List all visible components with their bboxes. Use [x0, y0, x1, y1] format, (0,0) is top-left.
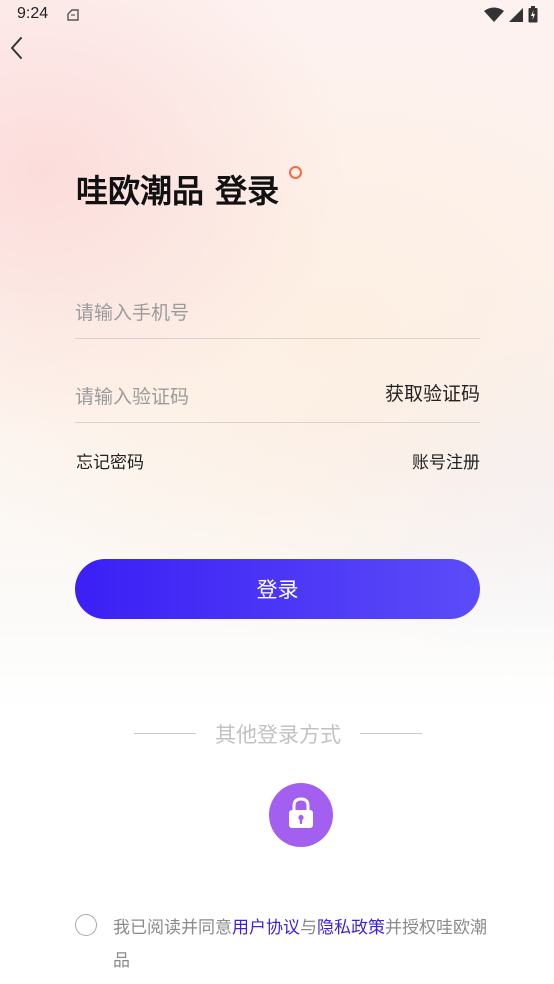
- status-time: 9:24: [17, 5, 49, 22]
- login-button[interactable]: 登录: [75, 559, 480, 619]
- get-code-button[interactable]: 获取验证码: [385, 379, 480, 406]
- chevron-left-icon: [9, 36, 23, 64]
- user-agreement-link[interactable]: 用户协议: [232, 918, 300, 938]
- lock-icon: [285, 796, 317, 834]
- register-link[interactable]: 账号注册: [412, 448, 480, 473]
- signal-icon: [508, 7, 524, 27]
- phone-input[interactable]: [75, 302, 355, 324]
- agreement-joiner: 与: [300, 918, 317, 938]
- code-field: 获取验证码: [75, 366, 480, 423]
- agreement-checkbox[interactable]: [75, 914, 97, 936]
- agreement-prefix: 我已阅读并同意: [113, 918, 232, 938]
- agreement-text: 我已阅读并同意用户协议与隐私政策并授权哇欧潮品: [113, 912, 493, 978]
- status-icons: [484, 6, 538, 27]
- notification-icon: [66, 7, 80, 21]
- divider-line-right: [360, 733, 422, 734]
- status-bar: 9:24: [0, 0, 554, 32]
- verification-code-input[interactable]: [75, 386, 355, 408]
- phone-field: [75, 282, 480, 339]
- other-login-label: 其他登录方式: [215, 723, 341, 747]
- page-title: 哇欧潮品 登录: [76, 172, 280, 210]
- other-login-divider: 其他登录方式: [134, 719, 422, 747]
- forgot-password-link[interactable]: 忘记密码: [76, 448, 144, 473]
- privacy-policy-link[interactable]: 隐私政策: [317, 918, 385, 938]
- title-dot-decoration: [289, 166, 302, 179]
- password-login-button[interactable]: [269, 783, 333, 847]
- wifi-icon: [484, 7, 504, 27]
- battery-icon: [528, 6, 538, 27]
- back-button[interactable]: [2, 36, 30, 64]
